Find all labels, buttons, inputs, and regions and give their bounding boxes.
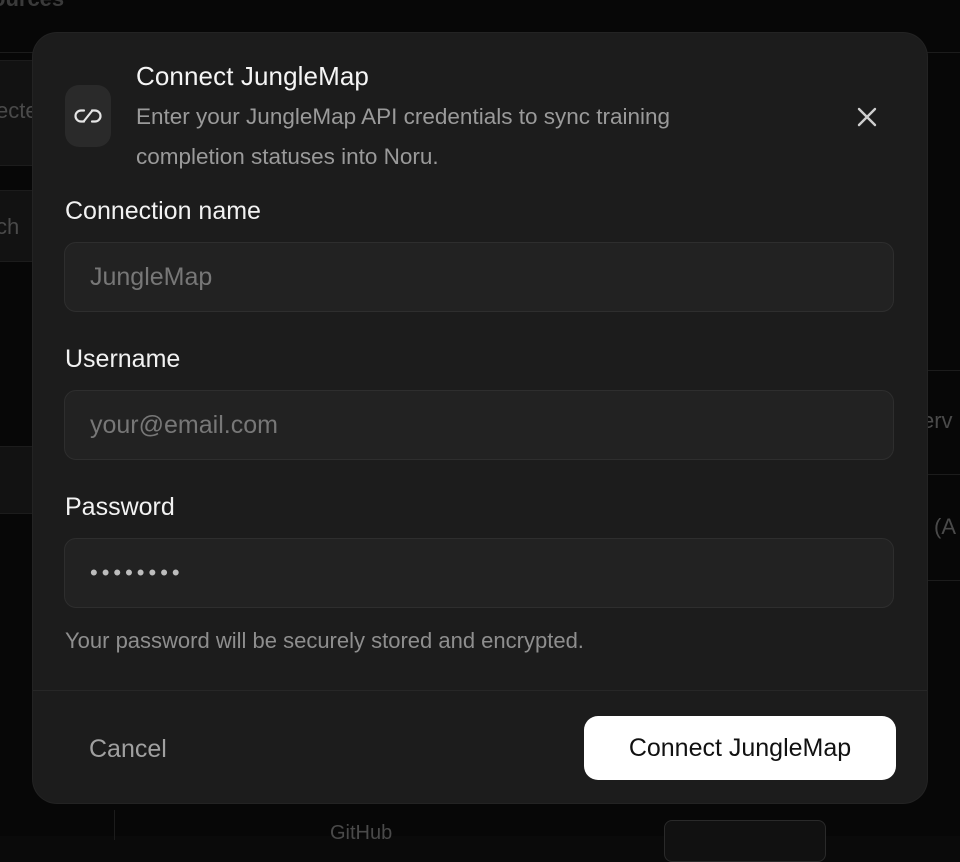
link-icon [65,85,111,147]
dialog-subtitle: Enter your JungleMap API credentials to … [136,104,671,169]
cancel-button[interactable]: Cancel [73,718,183,780]
connection-name-label: Connection name [65,197,261,225]
close-icon [857,107,877,127]
background-button [664,820,826,862]
password-input[interactable] [64,538,894,608]
connect-dialog: Connect JungleMap Enter your JungleMap A… [33,33,927,803]
footer-divider [33,690,927,691]
close-button[interactable] [851,101,883,133]
background-text: GitHub [330,822,393,844]
background-text: ecte [0,98,38,123]
username-label: Username [65,345,181,373]
connect-button[interactable]: Connect JungleMap [584,716,896,780]
username-input[interactable] [64,390,894,460]
password-label: Password [65,493,175,521]
background-text: (A [934,514,956,539]
dialog-title: Connect JungleMap [136,61,369,91]
password-hint: Your password will be securely stored an… [65,628,584,653]
background-text: ch [0,214,20,239]
background-page-title: ources [0,0,64,12]
connection-name-input[interactable] [64,242,894,312]
